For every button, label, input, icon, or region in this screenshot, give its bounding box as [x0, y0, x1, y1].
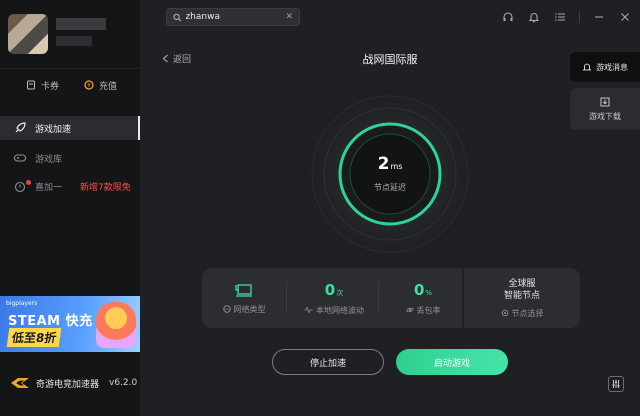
- jitter-unit: 次: [336, 288, 344, 297]
- divider: [286, 282, 287, 314]
- network-type-stat: 网络类型: [216, 268, 272, 328]
- card-coupon-button[interactable]: 卡券: [26, 76, 59, 94]
- menu-icon[interactable]: [553, 10, 567, 24]
- avatar[interactable]: [8, 14, 48, 54]
- node-mode: 智能节点: [503, 290, 540, 301]
- jitter-stat: 0次 本地网络波动: [296, 268, 372, 328]
- latency-number: 2: [377, 154, 390, 174]
- packet-loss-number: 0: [413, 280, 425, 299]
- notification-dot: [26, 180, 31, 185]
- sidebar: 卡券 ¥ 充值 游戏加速 游戏库 喜加一 新增7款限免 bigplayers S…: [0, 0, 140, 416]
- latency-ring: [302, 86, 478, 262]
- stats-panel: 网络类型 0次 本地网络波动 0% 丢包率 全球服 智能节点 节点选择: [202, 268, 580, 328]
- sidebar-item-label: 游戏库: [35, 154, 63, 165]
- brand-logo-icon: [11, 378, 29, 388]
- gear-icon: [501, 309, 508, 317]
- packet-loss-stat: 0% 丢包率: [388, 268, 458, 328]
- wave-icon: [304, 306, 313, 314]
- divider: [579, 11, 580, 23]
- node-select-label: 节点选择: [511, 308, 544, 318]
- card-icon: [27, 80, 35, 90]
- minimize-icon[interactable]: [592, 10, 606, 24]
- start-game-button[interactable]: 启动游戏: [396, 349, 508, 375]
- user-id-blurred: [56, 36, 92, 46]
- tab-game-messages[interactable]: 游戏消息: [570, 52, 640, 82]
- app-version: v6.2.0: [109, 378, 138, 388]
- free-games-promo: 新增7款限免: [80, 182, 131, 193]
- tab-label: 游戏消息: [596, 62, 628, 72]
- sidebar-item-game-boost[interactable]: 游戏加速: [0, 116, 140, 140]
- node-select-label-row: 节点选择: [501, 308, 544, 319]
- jitter-label: 本地网络波动: [316, 305, 364, 315]
- main-panel: 返回 战网国际服 游戏消息 游戏下载 2ms 节点延迟 网络类型 0次 本地网络…: [140, 36, 640, 416]
- settings-button[interactable]: [608, 376, 624, 392]
- brand: 奇游电竞加速器 v6.2.0: [10, 376, 137, 390]
- headset-icon[interactable]: [501, 10, 515, 24]
- packet-loss-label-row: 丢包率: [406, 305, 441, 316]
- node-region: 全球服: [508, 278, 536, 289]
- username-blurred: [56, 18, 106, 30]
- banner-title: STEAM 快充: [8, 314, 93, 329]
- card-coupon-label: 卡券: [41, 81, 60, 92]
- latency-dial: 2ms 节点延迟: [300, 84, 480, 264]
- divider: [0, 68, 140, 69]
- bell-icon: [582, 63, 592, 71]
- side-tabs: 游戏消息 游戏下载: [570, 52, 640, 130]
- sidebar-item-game-library[interactable]: 游戏库: [0, 146, 140, 170]
- search-icon: [173, 13, 182, 21]
- gift-icon: [13, 179, 27, 193]
- bell-icon[interactable]: [527, 10, 541, 24]
- latency-unit: ms: [390, 162, 403, 171]
- divider: [462, 268, 464, 328]
- link-icon: [406, 307, 413, 313]
- packet-loss-value: 0%: [414, 281, 432, 299]
- recharge-button[interactable]: ¥ 充值: [84, 76, 117, 94]
- sidebar-item-label: 喜加一: [35, 182, 63, 193]
- sidebar-item-free-games[interactable]: 喜加一 新增7款限免: [0, 174, 140, 198]
- sliders-icon: [612, 380, 620, 388]
- profile[interactable]: [0, 0, 140, 68]
- search-box[interactable]: ✕: [166, 8, 300, 26]
- node-name: 全球服 智能节点: [504, 278, 540, 302]
- latency-value: 2ms: [300, 154, 480, 174]
- download-icon: [600, 97, 610, 106]
- page-title: 战网国际服: [362, 53, 418, 66]
- close-icon[interactable]: [618, 10, 632, 24]
- top-bar: ✕: [140, 0, 640, 36]
- tab-game-download[interactable]: 游戏下载: [570, 88, 640, 130]
- network-type-label: 网络类型: [233, 304, 266, 314]
- network-type-icon: [235, 283, 252, 297]
- divider: [378, 282, 379, 314]
- brand-name: 奇游电竞加速器: [36, 379, 100, 390]
- globe-icon: [222, 305, 231, 313]
- svg-text:¥: ¥: [87, 83, 90, 89]
- network-type-label-row: 网络类型: [222, 304, 266, 315]
- latency-label: 节点延迟: [374, 183, 406, 192]
- banner-tag: bigplayers: [6, 300, 38, 307]
- packet-loss-unit: %: [425, 288, 433, 297]
- banner-subtitle: 低至8折: [6, 328, 62, 347]
- stop-boost-button[interactable]: 停止加速: [272, 349, 384, 375]
- rocket-icon: [13, 121, 27, 135]
- jitter-label-row: 本地网络波动: [304, 305, 364, 316]
- packet-loss-label: 丢包率: [416, 305, 441, 315]
- recharge-label: 充值: [99, 81, 118, 92]
- banner-mascot-image: [96, 302, 136, 348]
- node-select-stat[interactable]: 全球服 智能节点 节点选择: [468, 268, 576, 328]
- jitter-number: 0: [324, 280, 336, 299]
- promo-banner[interactable]: bigplayers STEAM 快充 低至8折: [0, 296, 140, 352]
- clear-search-icon[interactable]: ✕: [285, 12, 293, 22]
- coin-icon: ¥: [84, 80, 94, 90]
- window-controls: [501, 10, 632, 24]
- tab-label: 游戏下载: [589, 111, 621, 121]
- search-input[interactable]: [185, 12, 282, 22]
- sidebar-item-label: 游戏加速: [35, 124, 72, 135]
- jitter-value: 0次: [325, 281, 343, 299]
- gamepad-icon: [13, 151, 27, 165]
